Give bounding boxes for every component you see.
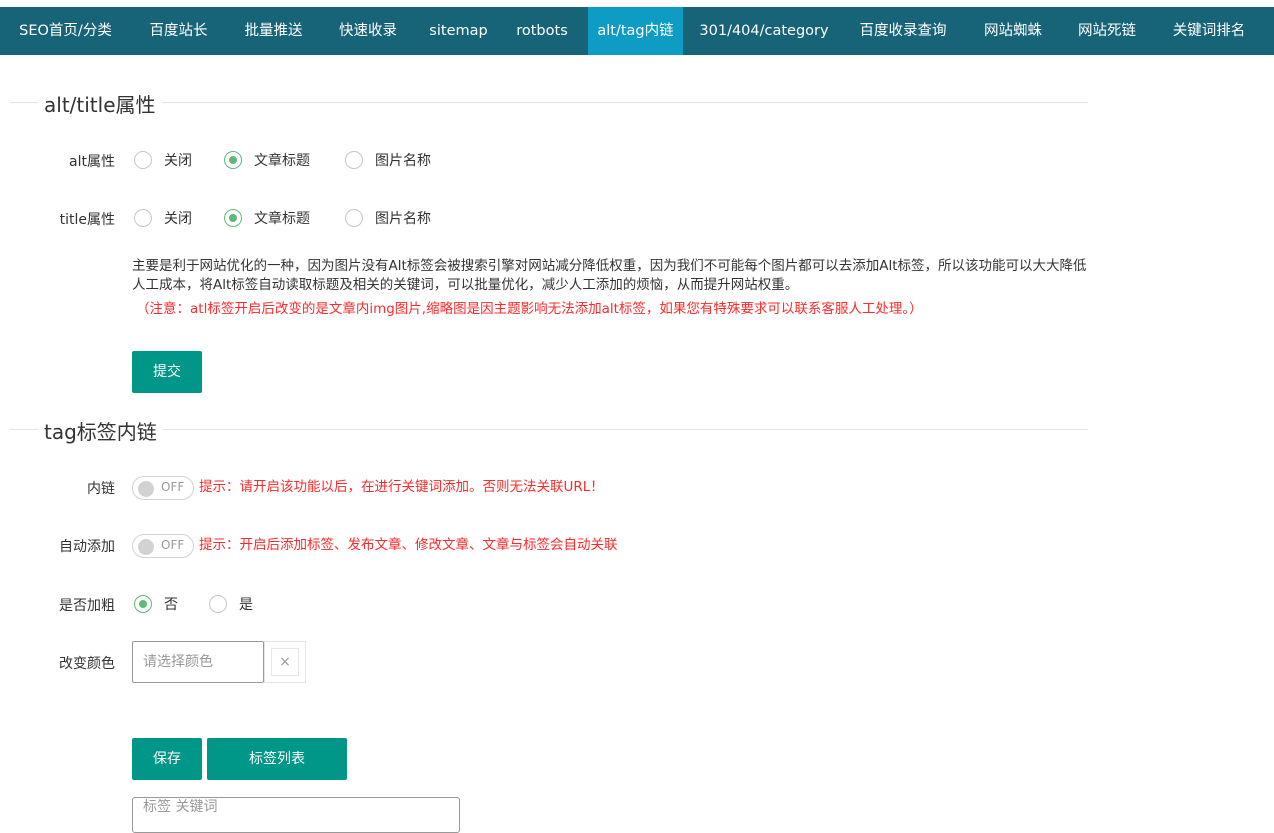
title-radio-close[interactable]: 关闭 [134, 207, 192, 229]
radio-circle [134, 151, 152, 169]
radio-circle [134, 595, 152, 613]
auto-add-switch[interactable]: OFF [132, 534, 194, 558]
nav-item-spider[interactable]: 网站蜘蛛 [970, 7, 1056, 55]
auto-add-hint: 提示：开启后添加标签、发布文章、修改文章、文章与标签会自动关联 [199, 537, 618, 553]
tag-list-button[interactable]: 标签列表 [207, 738, 347, 780]
alt-description: 主要是利于网站优化的一种，因为图片没有Alt标签会被搜索引擎对网站减分降低权重，… [132, 258, 1087, 293]
bold-label: 是否加粗 [59, 598, 115, 614]
nav-item-robots[interactable]: rotbots [502, 7, 582, 55]
radio-circle [345, 151, 363, 169]
nav-item-baidu-webmaster[interactable]: 百度站长 [131, 7, 226, 55]
radio-circle [134, 209, 152, 227]
nav-item-fast-index[interactable]: 快速收录 [321, 7, 415, 55]
bold-radio-yes[interactable]: 是 [209, 593, 253, 615]
section-divider [10, 429, 1088, 430]
color-input[interactable] [132, 641, 264, 683]
alt-radio-close[interactable]: 关闭 [134, 149, 192, 171]
submit-button[interactable]: 提交 [132, 351, 202, 393]
title-attribute-label: title属性 [59, 212, 115, 228]
color-picker-button[interactable]: × [264, 641, 306, 683]
title-radio-image-name[interactable]: 图片名称 [345, 207, 431, 229]
alt-note: （注意：atl标签开启后改变的是文章内img图片,缩略图是因主题影响无法添加al… [136, 301, 923, 317]
nav-item-sitemap[interactable]: sitemap [415, 7, 502, 55]
radio-circle [224, 209, 242, 227]
nav-item-alt-tag[interactable]: alt/tag内链 [588, 7, 683, 55]
inner-link-hint: 提示：请开启该功能以后，在进行关键词添加。否则无法关联URL！ [199, 479, 604, 495]
inner-link-label: 内链 [87, 481, 115, 497]
switch-knob [138, 539, 154, 555]
radio-circle [345, 209, 363, 227]
top-nav: SEO首页/分类 百度站长 批量推送 快速收录 sitemap rotbots … [0, 7, 1274, 55]
section-divider [10, 102, 1088, 103]
color-label: 改变颜色 [59, 656, 115, 672]
section-title-alt: alt/title属性 [38, 89, 162, 118]
alt-radio-article-title[interactable]: 文章标题 [224, 149, 310, 171]
inner-link-switch[interactable]: OFF [132, 476, 194, 500]
clear-icon: × [271, 648, 299, 676]
nav-item-seo-home[interactable]: SEO首页/分类 [0, 7, 131, 55]
radio-circle [224, 151, 242, 169]
alt-radio-image-name[interactable]: 图片名称 [345, 149, 431, 171]
section-title-tag: tag标签内链 [38, 416, 163, 445]
nav-item-baidu-index-query[interactable]: 百度收录查询 [842, 7, 964, 55]
keyword-input[interactable]: 标签 关键词 [132, 797, 460, 833]
nav-item-dead-links[interactable]: 网站死链 [1063, 7, 1151, 55]
title-radio-article-title[interactable]: 文章标题 [224, 207, 310, 229]
save-button[interactable]: 保存 [132, 738, 202, 780]
bold-radio-no[interactable]: 否 [134, 593, 178, 615]
nav-item-keyword-rank[interactable]: 关键词排名 [1158, 7, 1260, 55]
radio-circle [209, 595, 227, 613]
auto-add-label: 自动添加 [59, 539, 115, 555]
switch-knob [138, 481, 154, 497]
nav-item-batch-push[interactable]: 批量推送 [226, 7, 321, 55]
nav-item-301-404[interactable]: 301/404/category [692, 7, 836, 55]
alt-attribute-label: alt属性 [69, 154, 115, 170]
